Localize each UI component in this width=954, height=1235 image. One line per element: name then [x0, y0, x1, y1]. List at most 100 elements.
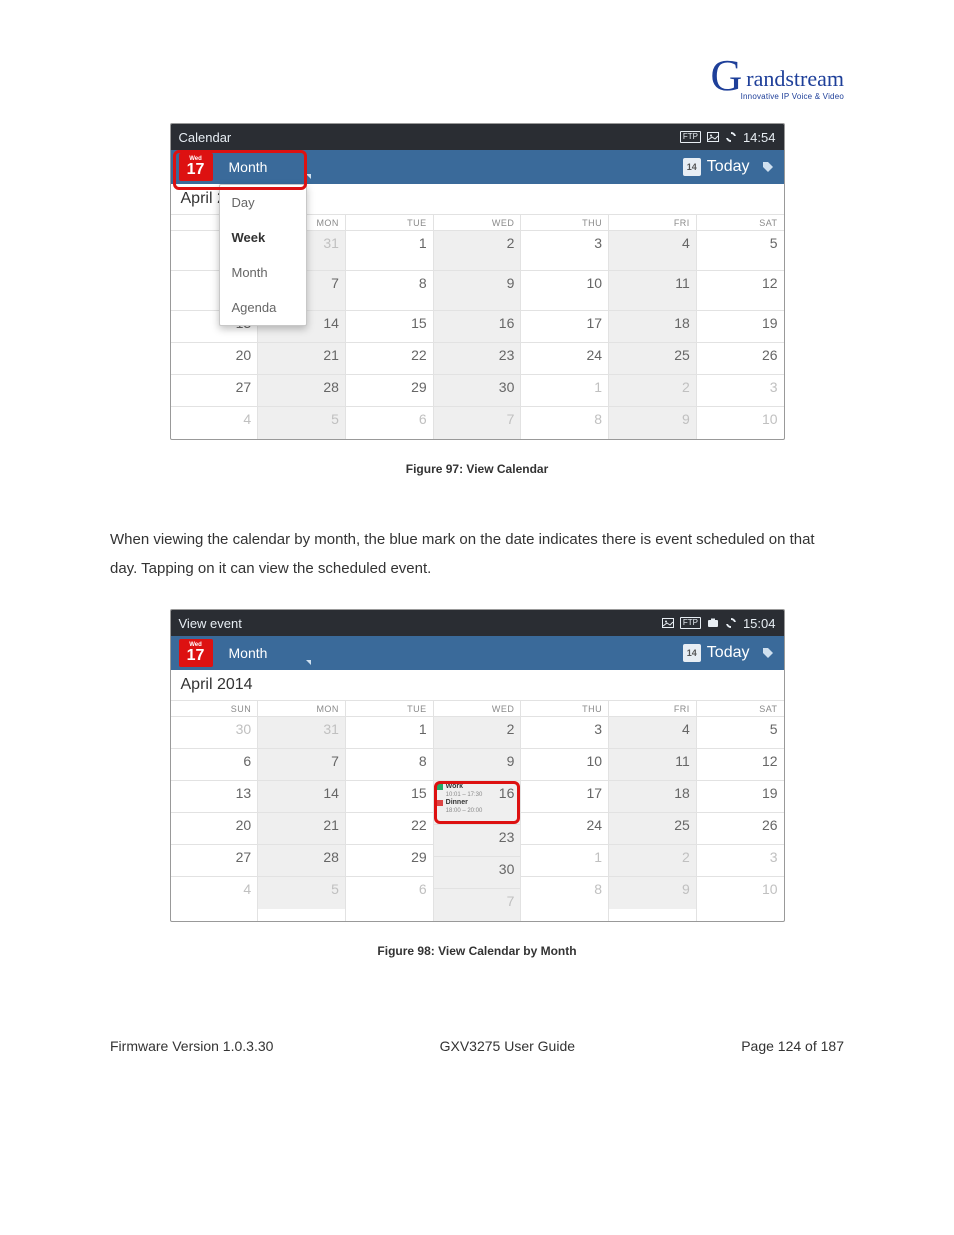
calendar-day-cell[interactable]: 20: [171, 813, 258, 845]
calendar-day-cell[interactable]: 9: [609, 877, 696, 909]
calendar-day-cell[interactable]: 1: [521, 845, 608, 877]
calendar-day-cell[interactable]: 6: [346, 877, 433, 909]
calendar-day-cell[interactable]: 5: [697, 231, 784, 271]
view-mode-dropdown[interactable]: Month: [221, 151, 317, 183]
view-menu-item-week[interactable]: Week: [220, 220, 306, 255]
calendar-day-cell[interactable]: 5: [258, 407, 345, 439]
calendar-day-cell[interactable]: 18: [609, 781, 696, 813]
calendar-day-cell[interactable]: 1: [521, 375, 608, 407]
calendar-day-cell[interactable]: 10: [697, 877, 784, 909]
status-time: 14:54: [743, 130, 776, 145]
calendar-day-cell[interactable]: 7: [434, 889, 521, 921]
body-paragraph: When viewing the calendar by month, the …: [110, 526, 844, 583]
tag-icon[interactable]: [762, 161, 774, 173]
calendar-day-cell[interactable]: 16: [434, 311, 521, 343]
calendar-day-cell[interactable]: 10: [697, 407, 784, 439]
calendar-app-icon[interactable]: Wed 17: [179, 153, 213, 181]
calendar-day-cell[interactable]: 11: [609, 271, 696, 311]
calendar-day-cell[interactable]: 14: [258, 781, 345, 813]
view-menu-item-month[interactable]: Month: [220, 255, 306, 290]
calendar-day-cell[interactable]: 22: [346, 343, 433, 375]
calendar-day-cell[interactable]: 5: [258, 877, 345, 909]
calendar-event[interactable]: Dinner18:00 – 20:00: [437, 799, 497, 815]
calendar-day-cell[interactable]: 30: [434, 375, 521, 407]
calendar-day-cell[interactable]: 26: [697, 343, 784, 375]
calendar-day-cell[interactable]: 25: [609, 813, 696, 845]
calendar-day-cell[interactable]: 9: [434, 271, 521, 311]
calendar-day-cell[interactable]: 19: [697, 311, 784, 343]
calendar-day-cell[interactable]: 29: [346, 845, 433, 877]
calendar-app-icon[interactable]: Wed 17: [179, 639, 213, 667]
view-menu-item-agenda[interactable]: Agenda: [220, 290, 306, 325]
calendar-day-cell[interactable]: 3: [697, 845, 784, 877]
calendar-day-cell[interactable]: 6: [171, 749, 258, 781]
calendar-day-cell[interactable]: 8: [346, 749, 433, 781]
calendar-day-cell[interactable]: 19: [697, 781, 784, 813]
calendar-day-cell[interactable]: 30: [434, 857, 521, 889]
calendar-day-cell[interactable]: 2: [609, 845, 696, 877]
calendar-day-cell[interactable]: 13: [171, 781, 258, 813]
calendar-day-cell[interactable]: 6: [346, 407, 433, 439]
calendar-day-cell[interactable]: 2: [434, 717, 521, 749]
calendar-grid: SUN3061320274MON3171421285TUE181522296WE…: [171, 701, 784, 921]
chevron-down-icon: [306, 174, 311, 179]
calendar-day-cell[interactable]: 26: [697, 813, 784, 845]
calendar-day-cell[interactable]: 27: [171, 375, 258, 407]
calendar-event[interactable]: Work10:01 – 17:30: [437, 783, 497, 799]
today-button[interactable]: 14 Today: [683, 644, 750, 662]
calendar-day-cell[interactable]: 4: [609, 717, 696, 749]
calendar-day-cell[interactable]: 11: [609, 749, 696, 781]
calendar-day-cell[interactable]: 4: [171, 407, 258, 439]
calendar-day-cell[interactable]: 7: [258, 749, 345, 781]
today-mini-date: 14: [683, 158, 701, 176]
calendar-day-cell[interactable]: 22: [346, 813, 433, 845]
calendar-day-cell[interactable]: 15: [346, 781, 433, 813]
calendar-day-cell[interactable]: 28: [258, 375, 345, 407]
calendar-day-cell[interactable]: 28: [258, 845, 345, 877]
calendar-day-cell[interactable]: 16Work10:01 – 17:30Dinner18:00 – 20:00: [434, 781, 521, 825]
calendar-day-cell[interactable]: 25: [609, 343, 696, 375]
calendar-day-cell[interactable]: 3: [521, 717, 608, 749]
weekday-header: THU: [521, 215, 608, 231]
calendar-day-cell[interactable]: 3: [521, 231, 608, 271]
calendar-day-cell[interactable]: 10: [521, 749, 608, 781]
calendar-day-cell[interactable]: 29: [346, 375, 433, 407]
calendar-day-cell[interactable]: 15: [346, 311, 433, 343]
calendar-day-cell[interactable]: 17: [521, 781, 608, 813]
calendar-day-cell[interactable]: 9: [434, 749, 521, 781]
calendar-day-cell[interactable]: 9: [609, 407, 696, 439]
calendar-day-cell[interactable]: 8: [521, 877, 608, 909]
calendar-day-cell[interactable]: 31: [258, 717, 345, 749]
calendar-day-cell[interactable]: 21: [258, 813, 345, 845]
calendar-day-cell[interactable]: 1: [346, 231, 433, 271]
calendar-day-cell[interactable]: 4: [171, 877, 258, 909]
calendar-day-cell[interactable]: 8: [346, 271, 433, 311]
calendar-day-cell[interactable]: 20: [171, 343, 258, 375]
calendar-day-cell[interactable]: 27: [171, 845, 258, 877]
calendar-day-cell[interactable]: 23: [434, 825, 521, 857]
calendar-day-cell[interactable]: 1: [346, 717, 433, 749]
calendar-day-cell[interactable]: 23: [434, 343, 521, 375]
calendar-day-cell[interactable]: 5: [697, 717, 784, 749]
calendar-day-cell[interactable]: 10: [521, 271, 608, 311]
calendar-day-cell[interactable]: 30: [171, 717, 258, 749]
today-button[interactable]: 14 Today: [683, 158, 750, 176]
view-mode-dropdown[interactable]: Month: [221, 637, 317, 669]
calendar-day-cell[interactable]: 3: [697, 375, 784, 407]
weekday-header: WED: [434, 215, 521, 231]
calendar-day-cell[interactable]: 8: [521, 407, 608, 439]
calendar-day-cell[interactable]: 2: [434, 231, 521, 271]
calendar-day-cell[interactable]: 7: [434, 407, 521, 439]
calendar-day-cell[interactable]: 4: [609, 231, 696, 271]
view-menu-item-day[interactable]: Day: [220, 185, 306, 220]
calendar-day-cell[interactable]: 24: [521, 343, 608, 375]
calendar-day-cell[interactable]: 18: [609, 311, 696, 343]
tag-icon[interactable]: [762, 647, 774, 659]
calendar-day-cell[interactable]: 12: [697, 271, 784, 311]
calendar-day-cell[interactable]: 12: [697, 749, 784, 781]
calendar-day-cell[interactable]: 17: [521, 311, 608, 343]
calendar-day-cell[interactable]: 24: [521, 813, 608, 845]
calendar-day-cell[interactable]: 21: [258, 343, 345, 375]
brand-tagline: Innovative IP Voice & Video: [741, 92, 844, 101]
calendar-day-cell[interactable]: 2: [609, 375, 696, 407]
